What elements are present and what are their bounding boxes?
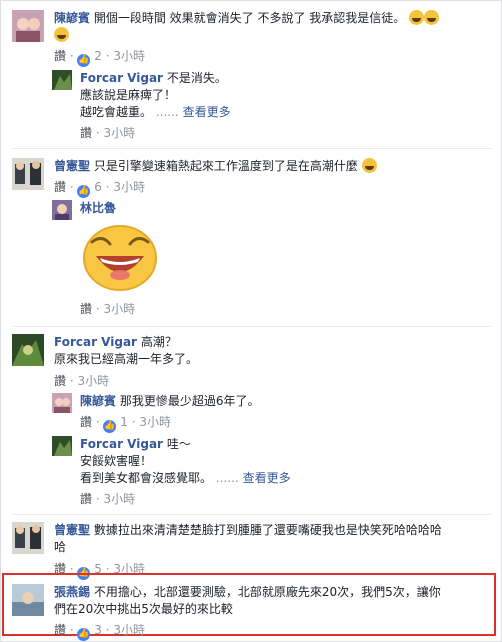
divider — [12, 514, 492, 515]
comment-time[interactable]: 3小時 — [103, 302, 135, 316]
comment-time[interactable]: 3小時 — [103, 126, 135, 140]
ellipsis: ...... — [155, 105, 179, 119]
comment-text-line: 哇～ — [166, 437, 191, 451]
like-count[interactable]: 3 — [94, 623, 102, 637]
comment-text-line: 不是消失。 — [166, 71, 227, 85]
smile-emoji-icon — [361, 158, 377, 173]
thumbs-up-icon: 👍 — [77, 54, 91, 67]
comment-2: 曾憲聖 只是引擎變速箱熱起來工作溫度到了是在高潮什麼 讚 · 👍 6 · 3小時 — [12, 158, 492, 198]
reply-5: 陳諺賓 那我更慘最少超過6年了。 讚 · 👍 1 · 3小時 — [52, 393, 492, 433]
like-link[interactable]: 讚 — [80, 302, 92, 316]
comment-text-line: 安餒欸害喔！ — [80, 454, 153, 468]
comment-text-line: 們在20次中挑出5次最好的來比較 — [54, 602, 233, 616]
comment-text-line: 哈 — [54, 540, 67, 554]
avatar[interactable] — [52, 436, 72, 456]
commenter-name[interactable]: Forcar Vigar — [54, 335, 137, 349]
thumbs-up-icon: 👍 — [77, 185, 91, 198]
comment-time[interactable]: 3小時 — [77, 374, 109, 388]
avatar[interactable] — [52, 393, 72, 413]
laughing-emoji-icon — [424, 10, 440, 25]
commenter-name[interactable]: 曾憲聖 — [54, 159, 90, 173]
comment-text: 開個一段時間 效果就會消失了 不多說了 我承認我是信徒。 — [93, 11, 406, 25]
like-link[interactable]: 讚 — [80, 415, 92, 429]
ellipsis: ...... — [215, 471, 239, 485]
comment-time[interactable]: 3小時 — [113, 623, 145, 637]
thumbs-up-icon: 👍 — [77, 628, 91, 641]
commenter-name[interactable]: 陳諺賓 — [80, 394, 116, 408]
like-link[interactable]: 讚 — [54, 180, 66, 194]
comment-8: 張燕錫 不用擔心，北部還要測驗，北部就原廠先來20次，我們5次，讓你 們在20次… — [12, 584, 492, 641]
reply-1: Forcar Vigar 不是消失。 應該說是麻痺了！ 越吃會越重。 .....… — [52, 70, 492, 142]
like-link[interactable]: 讚 — [54, 49, 66, 63]
thumbs-up-icon: 👍 — [103, 420, 117, 433]
commenter-name[interactable]: 林比魯 — [80, 201, 116, 215]
laughing-sticker-icon — [78, 220, 162, 292]
like-count[interactable]: 2 — [94, 49, 102, 63]
like-link[interactable]: 讚 — [80, 492, 92, 506]
comment-time[interactable]: 3小時 — [139, 415, 171, 429]
commenter-name[interactable]: 曾憲聖 — [54, 523, 90, 537]
commenter-name[interactable]: 張燕錫 — [54, 585, 90, 599]
comment-text: 那我更慘最少超過6年了。 — [119, 394, 260, 408]
like-link[interactable]: 讚 — [54, 374, 66, 388]
see-more-link[interactable]: 查看更多 — [183, 105, 231, 119]
avatar[interactable] — [12, 10, 44, 42]
like-count[interactable]: 6 — [94, 180, 102, 194]
comment-0: 陳諺賓 開個一段時間 效果就會消失了 不多說了 我承認我是信徒。 讚 · 👍 2… — [12, 10, 492, 67]
comment-text-line: 數據拉出來清清楚楚臉打到腫腫了還要嘴硬我也是快笑死哈哈哈哈 — [93, 523, 442, 537]
comment-text: 只是引擎變速箱熱起來工作溫度到了是在高潮什麼 — [93, 159, 358, 173]
avatar[interactable] — [12, 584, 44, 616]
comment-time[interactable]: 3小時 — [113, 180, 145, 194]
comment-time[interactable]: 3小時 — [113, 49, 145, 63]
commenter-name[interactable]: 陳諺賓 — [54, 11, 90, 25]
like-count[interactable]: 1 — [120, 415, 128, 429]
comment-4: Forcar Vigar 高潮？ 原來我已經高潮一年多了。 讚 · 3小時 — [12, 334, 492, 388]
avatar[interactable] — [52, 200, 72, 220]
reply-6: Forcar Vigar 哇～ 安餒欸害喔！ 看到美女都會沒感覺耶。 .....… — [52, 436, 492, 508]
like-link[interactable]: 讚 — [54, 623, 66, 637]
comment-time[interactable]: 3小時 — [103, 492, 135, 506]
comment-text-line: 不用擔心，北部還要測驗，北部就原廠先來20次，我們5次，讓你 — [93, 585, 441, 599]
commenter-name[interactable]: Forcar Vigar — [80, 437, 163, 451]
reply-3: 林比魯 讚 · 3小時 — [52, 200, 492, 320]
comment-text-line: 原來我已經高潮一年多了。 — [54, 352, 199, 366]
divider — [12, 148, 492, 149]
avatar[interactable] — [52, 70, 72, 90]
comment-text-line: 高潮？ — [140, 335, 177, 349]
laughing-emoji-icon — [409, 10, 425, 25]
laughing-emoji-icon — [54, 27, 69, 42]
comment-7: 曾憲聖 數據拉出來清清楚楚臉打到腫腫了還要嘴硬我也是快笑死哈哈哈哈 哈 讚 · … — [12, 522, 492, 580]
comment-text-line: 應該說是麻痺了！ — [80, 88, 177, 102]
comment-text-line: 看到美女都會沒感覺耶。 — [80, 471, 213, 485]
avatar[interactable] — [12, 334, 44, 366]
avatar[interactable] — [12, 522, 44, 554]
see-more-link[interactable]: 查看更多 — [243, 471, 291, 485]
commenter-name[interactable]: Forcar Vigar — [80, 71, 163, 85]
avatar[interactable] — [12, 158, 44, 190]
divider — [12, 326, 492, 327]
comment-text-line: 越吃會越重。 — [80, 105, 153, 119]
like-link[interactable]: 讚 — [80, 126, 92, 140]
